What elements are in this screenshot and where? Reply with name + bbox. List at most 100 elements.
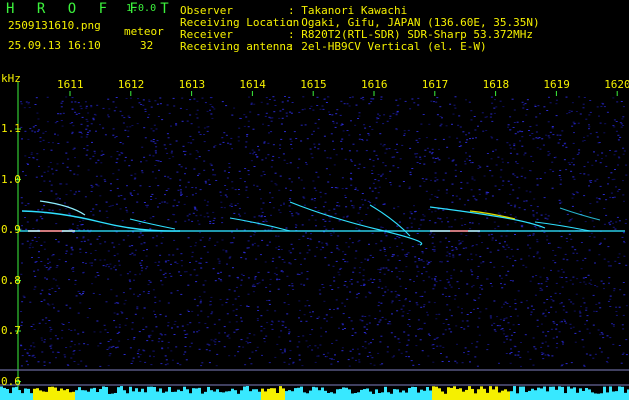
level-bar xyxy=(441,391,444,400)
noise-speck xyxy=(284,96,286,97)
noise-speck xyxy=(572,252,575,254)
noise-speck xyxy=(333,164,336,166)
noise-speck xyxy=(398,278,401,280)
noise-speck xyxy=(246,134,249,135)
noise-speck xyxy=(487,344,490,345)
noise-speck xyxy=(489,315,492,317)
noise-speck xyxy=(162,274,165,276)
noise-speck xyxy=(86,134,89,136)
noise-speck xyxy=(565,281,568,283)
noise-speck xyxy=(264,115,267,117)
noise-speck xyxy=(341,124,344,125)
noise-speck xyxy=(460,145,462,147)
noise-speck xyxy=(292,361,295,363)
noise-speck xyxy=(269,284,272,286)
noise-speck xyxy=(359,206,362,208)
noise-speck xyxy=(220,271,222,273)
noise-speck xyxy=(267,154,270,156)
noise-speck xyxy=(510,184,513,186)
noise-speck xyxy=(186,120,189,122)
noise-speck xyxy=(115,203,118,205)
noise-speck xyxy=(138,102,141,104)
noise-speck xyxy=(288,200,291,201)
level-bar xyxy=(471,388,474,400)
noise-speck xyxy=(425,178,428,180)
noise-speck xyxy=(448,136,451,138)
noise-speck xyxy=(555,347,558,349)
level-bar xyxy=(27,388,30,400)
noise-speck xyxy=(532,138,535,140)
level-bar xyxy=(183,386,186,400)
noise-speck xyxy=(532,337,535,339)
noise-speck xyxy=(503,303,506,305)
noise-speck xyxy=(440,123,443,125)
noise-speck xyxy=(510,348,512,350)
noise-speck xyxy=(36,159,39,161)
noise-speck xyxy=(187,142,190,144)
noise-speck xyxy=(430,232,433,234)
noise-speck xyxy=(210,164,213,166)
noise-speck xyxy=(406,313,409,314)
noise-speck xyxy=(433,249,436,251)
noise-speck xyxy=(470,119,473,121)
noise-speck xyxy=(476,277,479,279)
noise-speck xyxy=(341,188,344,190)
noise-speck xyxy=(519,130,522,132)
noise-speck xyxy=(91,141,93,143)
noise-speck xyxy=(560,236,563,238)
noise-speck xyxy=(385,267,388,269)
noise-speck xyxy=(455,325,458,327)
noise-speck xyxy=(142,250,145,251)
noise-speck xyxy=(122,239,125,241)
noise-speck xyxy=(37,118,40,120)
y-axis-unit: kHz xyxy=(1,72,21,85)
noise-speck xyxy=(573,123,576,125)
noise-speck xyxy=(506,256,509,258)
noise-speck xyxy=(246,247,249,249)
noise-speck xyxy=(330,363,333,365)
noise-speck xyxy=(332,265,335,267)
noise-speck xyxy=(136,201,139,203)
noise-speck xyxy=(472,308,475,310)
noise-speck xyxy=(136,353,139,355)
noise-speck xyxy=(32,126,35,128)
noise-speck xyxy=(300,140,303,142)
noise-speck xyxy=(362,99,365,101)
noise-speck xyxy=(180,260,183,262)
noise-speck xyxy=(368,315,371,317)
noise-speck xyxy=(174,261,177,263)
noise-speck xyxy=(367,343,370,345)
noise-speck xyxy=(309,108,312,110)
noise-speck xyxy=(388,148,391,150)
noise-speck xyxy=(128,279,131,281)
noise-speck xyxy=(486,191,488,193)
noise-speck xyxy=(300,124,303,126)
noise-speck xyxy=(102,265,105,267)
noise-speck xyxy=(256,318,259,319)
noise-speck xyxy=(617,256,620,258)
noise-speck xyxy=(218,278,220,280)
noise-speck xyxy=(206,212,209,214)
noise-speck xyxy=(47,269,50,271)
level-bar xyxy=(57,390,60,400)
noise-speck xyxy=(296,346,299,348)
noise-speck xyxy=(121,115,124,117)
noise-speck xyxy=(85,252,88,254)
noise-speck xyxy=(369,187,371,189)
noise-speck xyxy=(218,262,221,264)
noise-speck xyxy=(512,127,515,128)
noise-speck xyxy=(203,169,206,171)
noise-speck xyxy=(219,299,222,301)
noise-speck xyxy=(377,113,380,115)
noise-speck xyxy=(84,101,87,103)
noise-speck xyxy=(154,197,157,199)
noise-speck xyxy=(86,317,89,319)
noise-speck xyxy=(66,141,69,143)
noise-speck xyxy=(60,102,63,104)
noise-speck xyxy=(160,280,163,282)
noise-speck xyxy=(499,325,502,327)
noise-speck xyxy=(563,319,566,321)
noise-speck xyxy=(536,251,539,253)
noise-speck xyxy=(600,280,603,282)
noise-speck xyxy=(148,186,151,187)
